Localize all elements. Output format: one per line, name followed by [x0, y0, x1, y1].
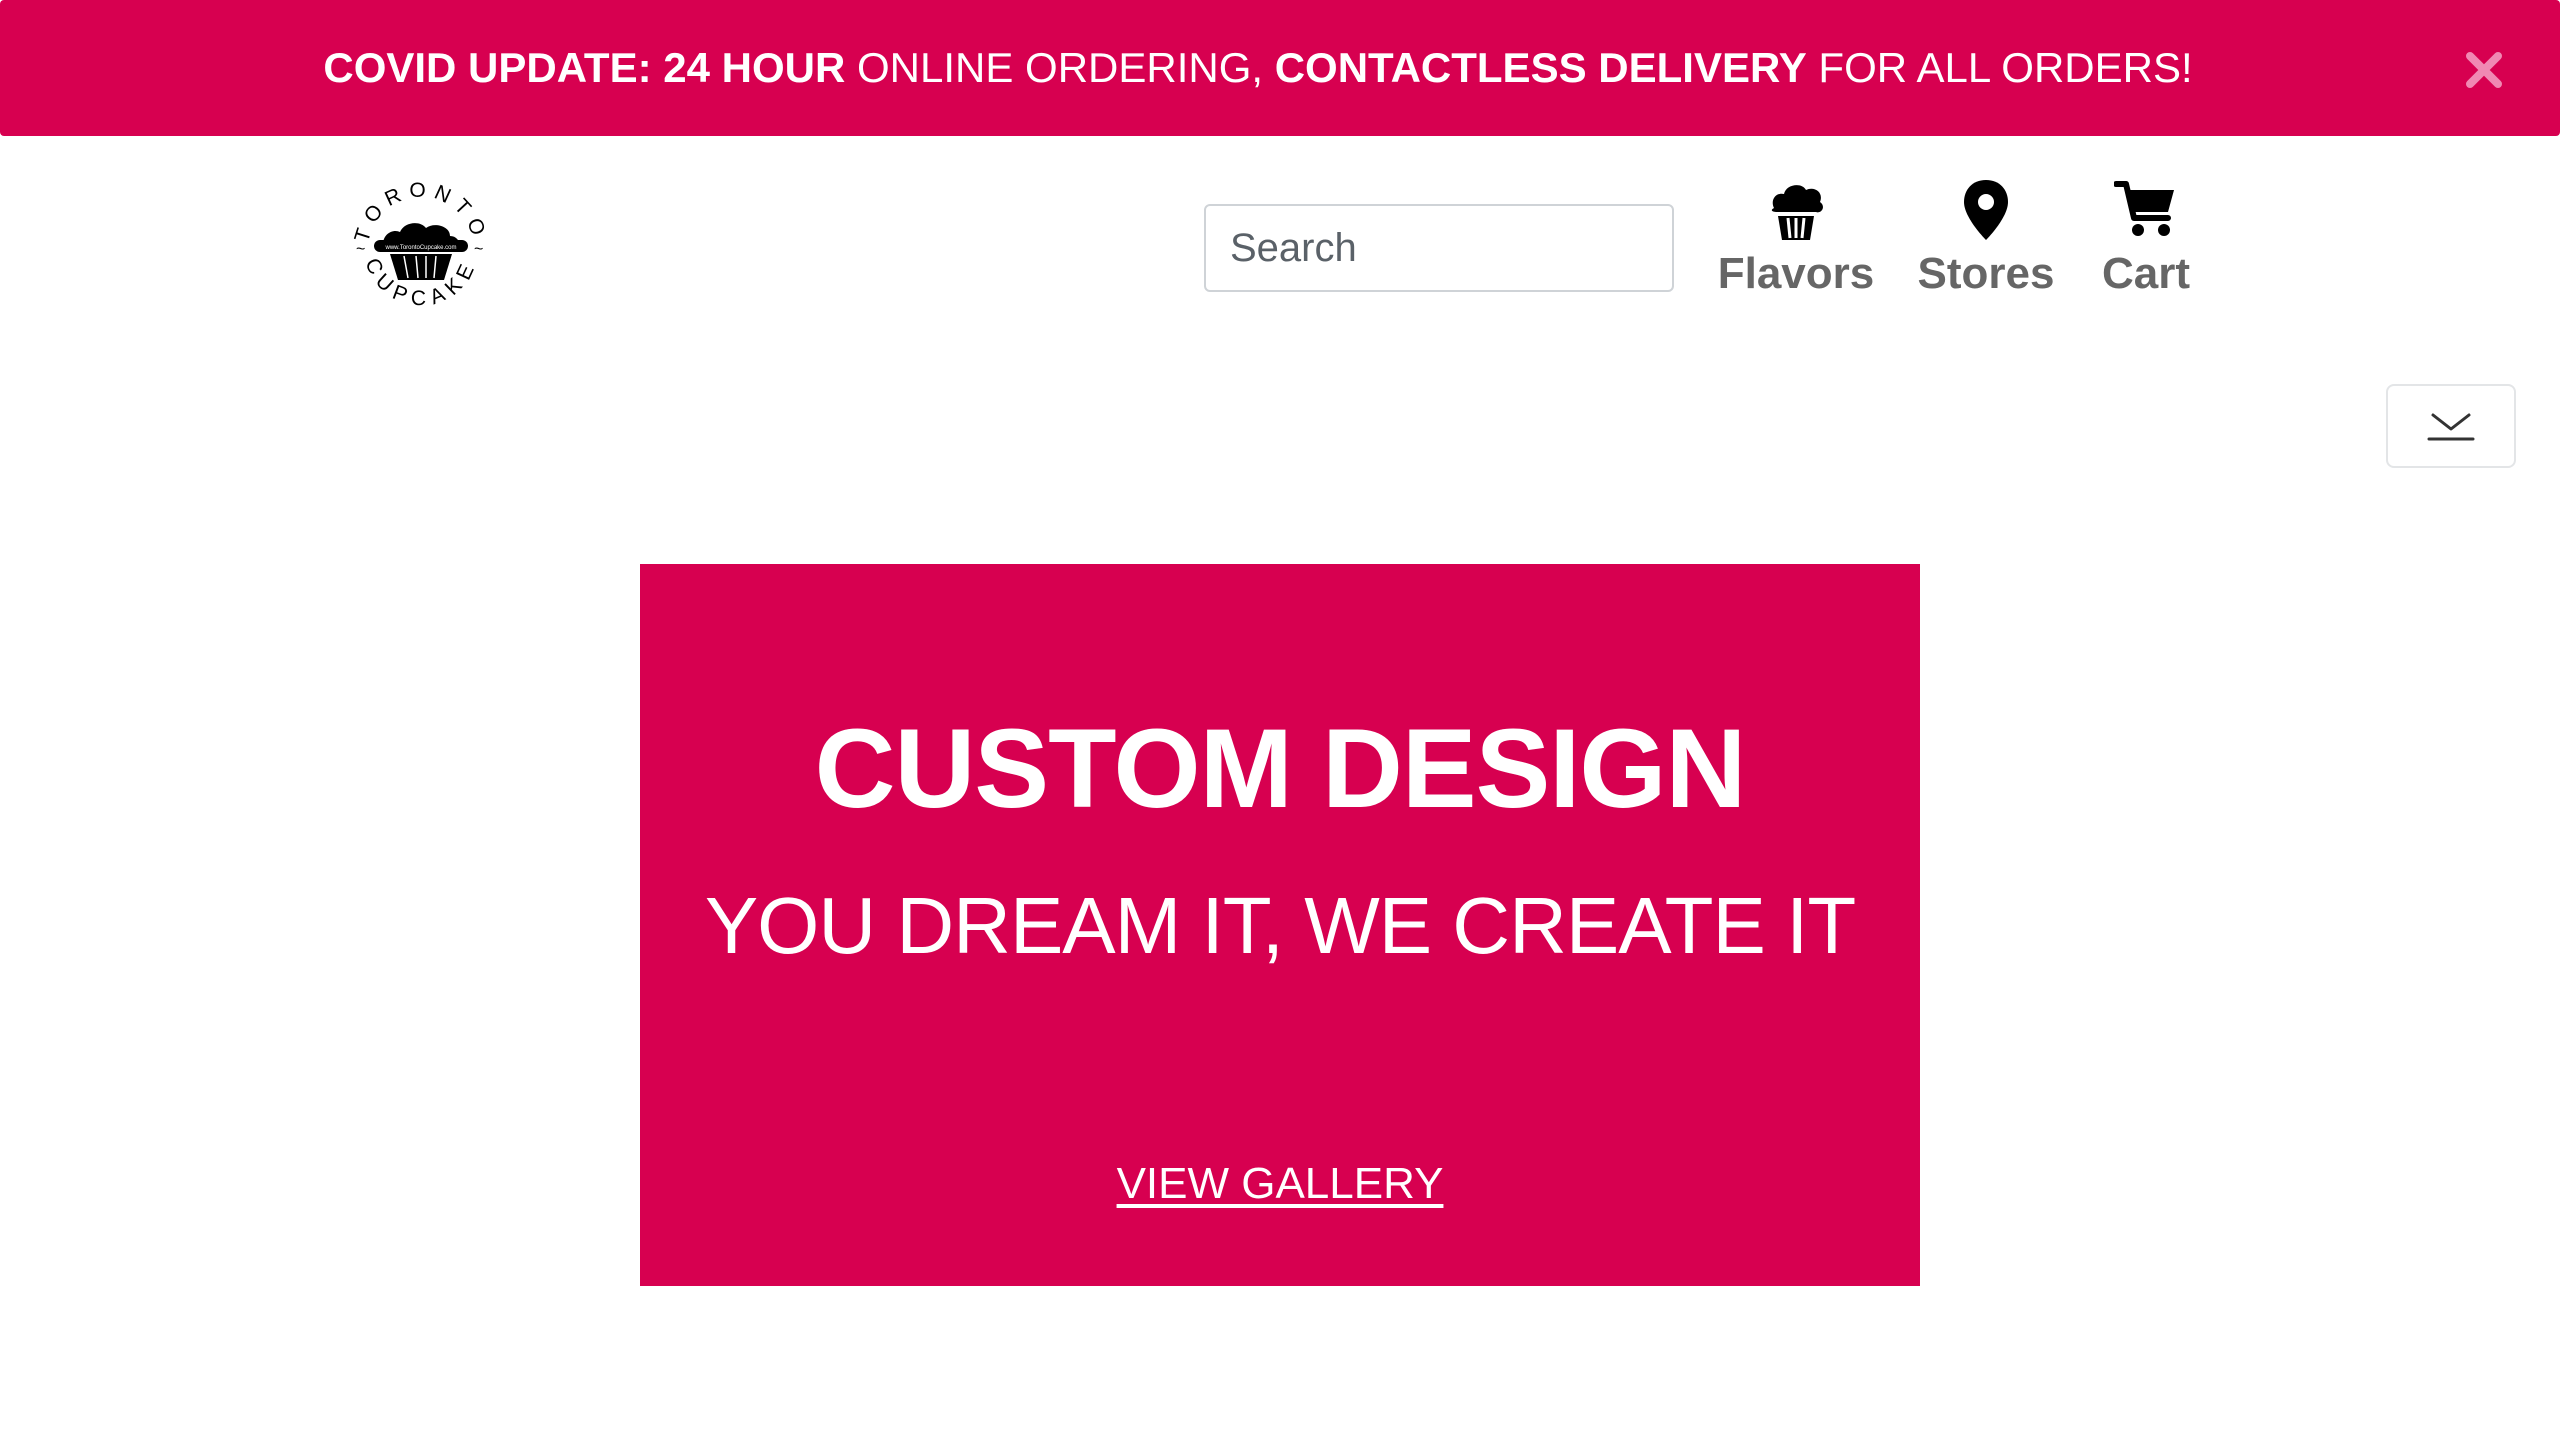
chevron-down-icon [2427, 413, 2475, 441]
announcement-bold-2: CONTACTLESS DELIVERY [1274, 44, 1807, 91]
toronto-cupcake-logo[interactable]: TORONTO CUPCAKE ~ ~ www.TorontoCupcake.c… [346, 170, 496, 320]
hero-subtitle: YOU DREAM IT, WE CREATE IT [704, 881, 1856, 970]
svg-text:~: ~ [356, 241, 365, 258]
cart-icon [2114, 181, 2174, 236]
svg-text:~: ~ [474, 241, 483, 258]
announcement-regular-1: ONLINE ORDERING, [845, 44, 1275, 91]
view-gallery-link[interactable]: VIEW GALLERY [1117, 1159, 1444, 1208]
nav-flavors[interactable]: Flavors [1716, 178, 1876, 308]
nav-stores-label: Stores [1917, 249, 2055, 298]
close-icon[interactable] [2464, 50, 2504, 90]
menu-toggle-button[interactable] [2386, 384, 2516, 468]
announcement-regular-2: FOR ALL ORDERS! [1806, 44, 2193, 91]
cupcake-icon [1771, 185, 1823, 240]
nav-cart-label: Cart [2101, 249, 2191, 298]
nav-cart[interactable]: Cart [2096, 178, 2196, 308]
logo-url-text: www.TorontoCupcake.com [384, 245, 456, 251]
search-input[interactable] [1204, 204, 1674, 292]
hero-title: CUSTOM DESIGN [814, 706, 1747, 831]
hero-banner: CUSTOM DESIGN YOU DREAM IT, WE CREATE IT… [640, 564, 1920, 1286]
nav-stores[interactable]: Stores [1912, 178, 2060, 308]
map-pin-icon [1964, 180, 2008, 240]
nav-flavors-label: Flavors [1717, 249, 1875, 298]
announcement-bold-1: COVID UPDATE: 24 HOUR [323, 44, 846, 91]
announcement-bar: COVID UPDATE: 24 HOUR ONLINE ORDERING, C… [0, 0, 2560, 136]
announcement-text: COVID UPDATE: 24 HOUR ONLINE ORDERING, C… [323, 44, 2192, 92]
